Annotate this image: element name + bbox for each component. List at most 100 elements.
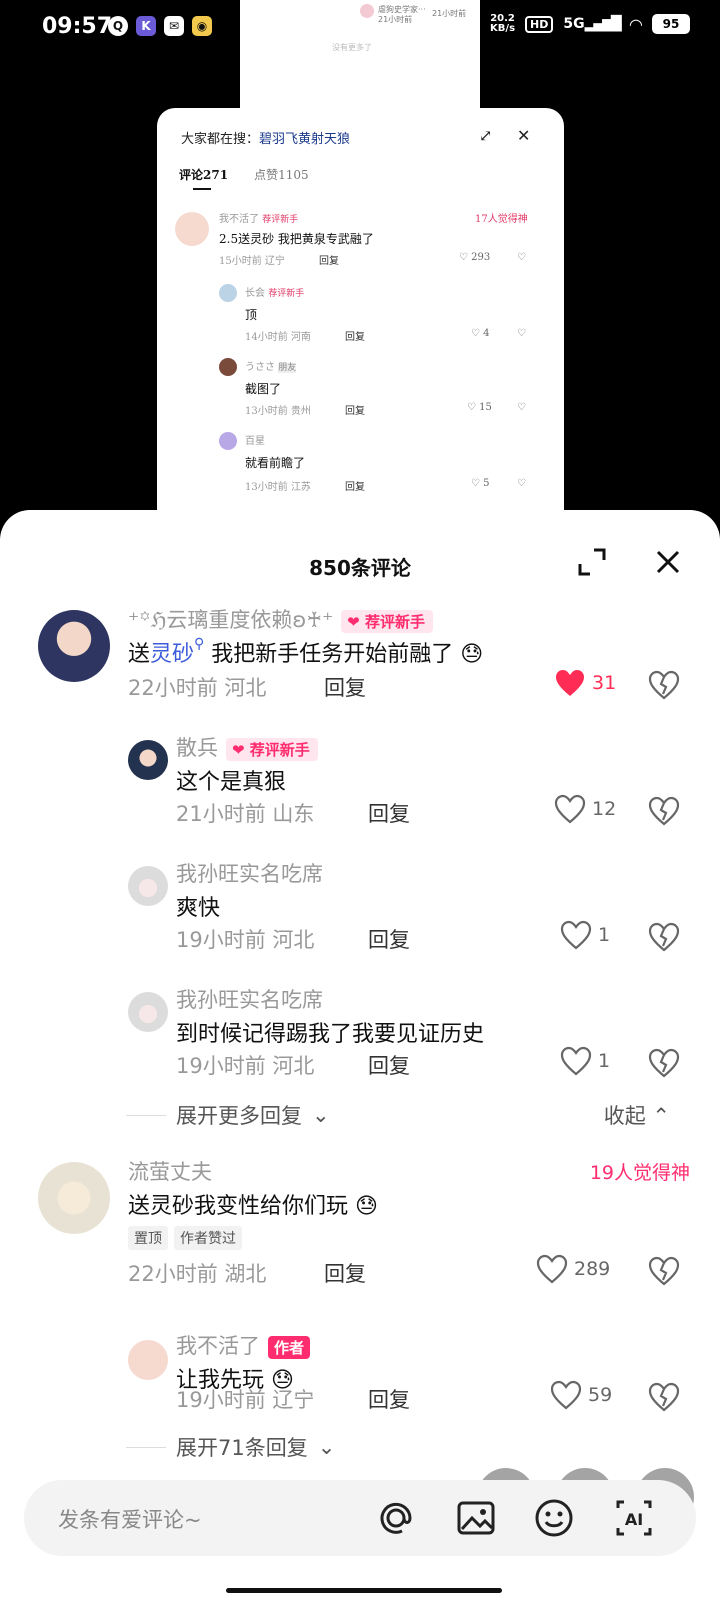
- like-button[interactable]: 59: [550, 1380, 612, 1410]
- bg-tabs: 评论271 点赞1105: [179, 166, 309, 183]
- reply-button[interactable]: 回复: [324, 1258, 366, 1288]
- like-count: 31: [592, 672, 617, 694]
- app-q-icon: Q: [108, 16, 128, 36]
- avatar[interactable]: [38, 1162, 110, 1234]
- close-icon[interactable]: [650, 544, 686, 580]
- like-button[interactable]: 1: [560, 920, 610, 950]
- network-speed: 20.2 KB/s: [490, 14, 515, 34]
- heart-icon: [550, 1380, 582, 1410]
- bg-text-1: 顶: [245, 308, 258, 322]
- expand-icon[interactable]: [574, 544, 610, 580]
- dislike-icon[interactable]: [648, 670, 680, 700]
- net-speed-unit: KB/s: [490, 23, 516, 34]
- dislike-icon[interactable]: [648, 1048, 680, 1078]
- bg-reply-1: 回复: [345, 332, 365, 343]
- dislike-icon: ♡: [517, 478, 526, 489]
- bg-no-more: 没有更多了: [332, 43, 372, 52]
- battery-icon: 95: [652, 14, 690, 34]
- avatar[interactable]: [38, 610, 110, 682]
- bg-name-2: うささ: [245, 362, 275, 373]
- avatar[interactable]: [128, 992, 168, 1032]
- bg-badge-1: 荐评新手: [268, 289, 305, 299]
- comment-username[interactable]: 我不活了 作者: [176, 1330, 311, 1360]
- bg-search-label: 大家都在搜：: [181, 132, 260, 147]
- signal-label: 5G: [563, 16, 585, 32]
- expand-more-replies[interactable]: 展开更多回复 ⌄: [126, 1100, 330, 1130]
- dislike-icon[interactable]: [648, 922, 680, 952]
- bg-likes-3: 5: [483, 478, 490, 489]
- comment-username[interactable]: 我孙旺实名吃席: [176, 984, 323, 1014]
- bg-like-3: ♡ 5: [471, 478, 490, 489]
- at-icon[interactable]: [374, 1496, 418, 1540]
- comment-text: 到时候记得踢我了我要见证历史: [176, 1022, 485, 1047]
- comment-username[interactable]: ⁺꙳ℌ云璃重度依赖ʚ♰⁺ ❤ 荐评新手: [128, 604, 433, 634]
- bg-badge-2: 朋友: [278, 363, 297, 373]
- screen: 09:57 Q K ✉ ◉ 20.2 KB/s HD 5G▂▄▆█ ◠ 95 虐狗…: [0, 0, 720, 1600]
- comment-tags: 置顶 作者赞过: [128, 1226, 242, 1250]
- status-time: 09:57: [42, 14, 113, 39]
- dislike-icon: ♡: [517, 328, 526, 339]
- ai-icon[interactable]: AI: [612, 1496, 656, 1540]
- reply-button[interactable]: 回复: [368, 1050, 410, 1080]
- like-button[interactable]: 12: [554, 794, 616, 824]
- bg-hot-0: 17人觉得神: [475, 214, 528, 225]
- like-button[interactable]: 1: [560, 1046, 610, 1076]
- avatar[interactable]: [128, 1340, 168, 1380]
- search-link[interactable]: 灵砂: [150, 642, 194, 667]
- comment-username[interactable]: 流萤丈夫: [128, 1156, 212, 1186]
- dislike-icon[interactable]: [648, 1256, 680, 1286]
- svg-text:AI: AI: [625, 1510, 643, 1529]
- comment-time: 22小时前 湖北: [128, 1262, 267, 1286]
- search-icon: ⚲: [194, 636, 205, 652]
- bg-search: 大家都在搜：碧羽飞黄射天狼: [181, 128, 350, 147]
- bg-comment-name: うささ 朋友: [245, 358, 297, 373]
- comment-username[interactable]: 散兵 ❤ 荐评新手: [176, 732, 318, 762]
- bg-reply-3: 回复: [345, 482, 365, 493]
- like-count: 12: [592, 798, 617, 820]
- notification-icons: Q K ✉ ◉: [108, 16, 212, 36]
- avatar[interactable]: [128, 740, 168, 780]
- chevron-down-icon: ⌄: [317, 1435, 336, 1459]
- dislike-icon[interactable]: [648, 1382, 680, 1412]
- reply-button[interactable]: 回复: [368, 1384, 410, 1414]
- recommend-badge: ❤ 荐评新手: [226, 737, 318, 761]
- hot-text: 19人觉得神: [589, 1162, 690, 1184]
- comment-input[interactable]: 发条有爱评论~ AI: [24, 1480, 696, 1556]
- author-badge: 作者: [268, 1335, 311, 1359]
- bg-like-1: ♡ 4: [471, 328, 490, 339]
- reply-button[interactable]: 回复: [368, 798, 410, 828]
- comment-username[interactable]: 我孙旺实名吃席: [176, 858, 323, 888]
- home-indicator[interactable]: [226, 1588, 502, 1593]
- dislike-icon[interactable]: [648, 796, 680, 826]
- image-icon[interactable]: [454, 1496, 498, 1540]
- expand-icon: ⤢: [479, 126, 493, 145]
- emoji-icon[interactable]: [532, 1496, 576, 1540]
- avatar[interactable]: [128, 866, 168, 906]
- bg-likes-2: 15: [479, 402, 492, 413]
- text-prefix: 送: [128, 642, 151, 667]
- comment-text: 爽快: [176, 896, 221, 921]
- comment-time: 22小时前 河北: [128, 676, 267, 700]
- close-icon: ✕: [517, 126, 531, 145]
- background-screenshot-panel: 大家都在搜：碧羽飞黄射天狼 ⤢ ✕ 评论271 点赞1105 我不活了 荐评新手…: [157, 108, 564, 528]
- comment-time: 19小时前 河北: [176, 928, 315, 952]
- bg-comment-name: 我不活了 荐评新手: [219, 210, 298, 225]
- expand-71-replies[interactable]: 展开71条回复 ⌄: [126, 1432, 335, 1462]
- chevron-up-icon: ⌃: [652, 1104, 670, 1128]
- status-right: 20.2 KB/s HD 5G▂▄▆█ ◠ 95: [490, 14, 690, 34]
- bg-time-1: 14小时前 河南: [245, 332, 311, 343]
- reply-button[interactable]: 回复: [368, 924, 410, 954]
- bg-like-2: ♡ 15: [467, 402, 492, 413]
- like-button[interactable]: 31: [554, 668, 616, 698]
- divider: [126, 1114, 166, 1116]
- like-count: 1: [598, 1050, 611, 1072]
- like-button[interactable]: 289: [536, 1254, 610, 1284]
- reply-button[interactable]: 回复: [324, 672, 366, 702]
- app-bilibili-icon: ◉: [192, 16, 212, 36]
- like-count: 289: [574, 1258, 611, 1280]
- emoji-icon: 😓: [348, 1194, 378, 1219]
- collapse-button[interactable]: 收起 ⌃: [604, 1100, 670, 1130]
- avatar: [175, 212, 209, 246]
- bg-text-0: 2.5送灵砂 我把黄泉专武融了: [219, 232, 374, 246]
- tab-underline: [193, 188, 211, 190]
